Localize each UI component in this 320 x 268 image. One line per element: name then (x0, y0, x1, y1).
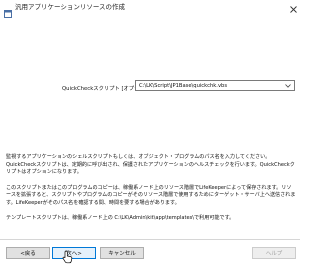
back-button[interactable]: <戻る (6, 247, 50, 259)
description-paragraph-2: このスクリプトまたはこのプログラムのコピーは、稼働系ノード上のリソース階層でLi… (6, 184, 296, 206)
next-button[interactable]: 次へ> (52, 247, 96, 259)
help-button[interactable]: ヘルプ (252, 247, 296, 259)
close-button[interactable] (287, 1, 299, 13)
window-title: 汎用アプリケーションリソースの作成 (15, 3, 126, 11)
title-bar: 汎用アプリケーションリソースの作成 (0, 0, 300, 18)
cancel-button[interactable]: キャンセル (100, 247, 144, 259)
quickcheck-script-combobox[interactable]: C:\LK\Script\JP1Base\quickchk.vbs (135, 80, 295, 91)
app-window-icon (4, 3, 12, 18)
mouse-pointer-icon (62, 249, 74, 264)
footer-divider (0, 239, 300, 240)
description-text: 監視するアプリケーションのシェルスクリプトもしくは、オブジェクト・プログラムのパ… (6, 154, 296, 231)
dialog-window: 汎用アプリケーションリソースの作成 QuickCheckスクリプト [オプション… (0, 0, 300, 265)
description-paragraph-1: 監視するアプリケーションのシェルスクリプトもしくは、オブジェクト・プログラムのパ… (6, 154, 295, 175)
chevron-down-icon[interactable] (283, 81, 293, 90)
quickcheck-script-value[interactable]: C:\LK\Script\JP1Base\quickchk.vbs (139, 83, 227, 89)
description-paragraph-3: テンプレートスクリプトは、稼働系ノード上の C:\LK\Admin\kit\ap… (6, 215, 235, 221)
close-icon[interactable] (289, 0, 297, 17)
